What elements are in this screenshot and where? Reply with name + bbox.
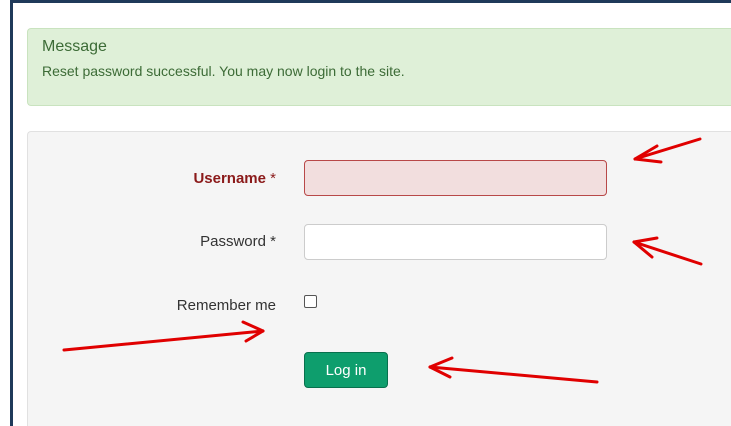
login-button[interactable]: Log in <box>304 352 388 388</box>
password-input[interactable] <box>304 224 607 260</box>
username-label-text: Username <box>193 170 266 187</box>
message-text: Reset password successful. You may now l… <box>42 63 405 79</box>
window-frame-top <box>10 0 731 3</box>
remember-me-label: Remember me <box>176 297 276 314</box>
username-label: Username * <box>193 170 276 187</box>
message-heading: Message <box>42 38 107 55</box>
password-label: Password * <box>200 233 276 250</box>
required-mark: * <box>270 233 276 250</box>
success-message: Message Reset password successful. You m… <box>27 28 731 106</box>
username-input[interactable] <box>304 160 607 196</box>
remember-me-checkbox[interactable] <box>304 295 317 308</box>
required-mark: * <box>270 170 276 187</box>
password-label-text: Password <box>200 233 266 250</box>
login-form: Username * Password * Remember me Log in <box>27 131 731 426</box>
window-frame-left <box>10 0 13 426</box>
